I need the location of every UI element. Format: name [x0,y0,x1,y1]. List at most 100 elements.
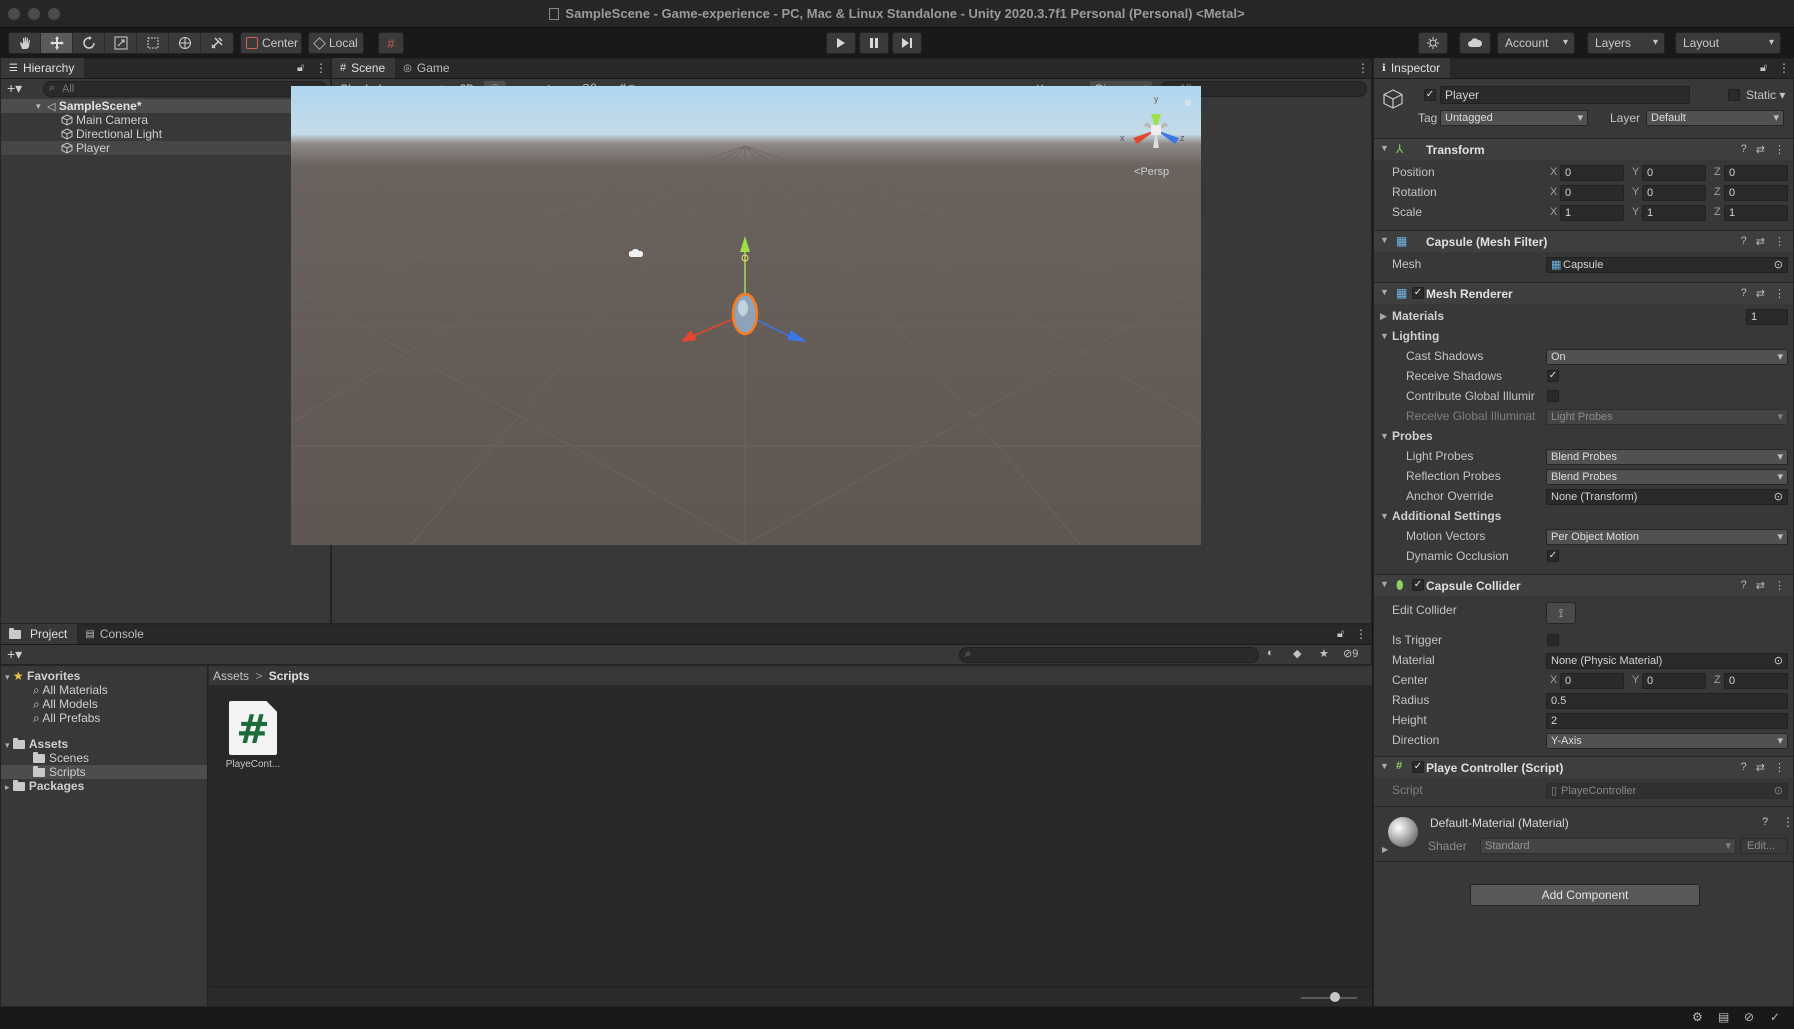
scale-y-field[interactable]: 1 [1642,205,1706,221]
help-icon[interactable]: ? [1741,143,1747,156]
position-x-field[interactable]: 0 [1560,165,1624,181]
receive-shadows-checkbox[interactable]: ✓ [1547,370,1559,382]
script-enabled-checkbox[interactable]: ✓ [1412,761,1424,773]
collapse-arrow-icon[interactable]: ▼ [1380,579,1389,589]
scene-root-row[interactable]: ▾ ◁ SampleScene* ⋮ [1,99,330,113]
object-name-field[interactable]: Player [1440,86,1690,104]
collider-material-field[interactable]: None (Physic Material) ⊙ [1546,653,1788,669]
icon-size-slider-track[interactable] [1301,997,1357,999]
help-icon[interactable]: ? [1741,579,1747,592]
collapse-arrow-icon[interactable]: ▼ [1380,428,1389,445]
folder-item-scripts[interactable]: Scripts [1,765,207,779]
mesh-renderer-enabled-checkbox[interactable]: ✓ [1412,287,1424,299]
component-menu-icon[interactable]: ⋮ [1774,287,1785,300]
rotate-tool-button[interactable] [73,33,105,53]
capsule-collider-header[interactable]: ▼ ⬮ ✓ Capsule Collider ? ⇄ ⋮ [1374,574,1793,596]
more-options-icon[interactable]: ⋮ [1357,61,1369,75]
hierarchy-search-input[interactable]: All [43,81,327,97]
layers-dropdown[interactable]: Layers ▾ [1587,32,1665,54]
collapse-arrow-icon[interactable]: ▼ [1380,143,1389,153]
favorite-star-icon[interactable]: ★ [1319,647,1329,660]
probes-section[interactable]: ▼ Probes [1374,428,1793,445]
more-options-icon[interactable]: ⋮ [1778,61,1790,75]
more-options-icon[interactable]: ⋮ [1355,627,1367,641]
edit-shader-button[interactable]: Edit... [1740,838,1788,854]
hidden-packages-toggle[interactable]: ⊘9 [1343,647,1358,660]
packages-row[interactable]: ▸ Packages [1,779,207,793]
preset-icon[interactable]: ⇄ [1756,579,1765,592]
edit-collider-button[interactable]: ⟟ [1546,602,1576,624]
layer-dropdown[interactable]: Default [1646,110,1784,126]
center-x-field[interactable]: 0 [1560,673,1624,689]
preset-icon[interactable]: ⇄ [1756,287,1765,300]
expand-arrow-icon[interactable]: ▶ [1380,308,1387,325]
tab-project[interactable]: Project [1,624,78,644]
step-button[interactable] [892,32,922,54]
object-picker-icon[interactable]: ⊙ [1774,654,1783,668]
pause-button[interactable] [859,32,889,54]
direction-dropdown[interactable]: Y-Axis [1546,733,1788,749]
preset-icon[interactable]: ⇄ [1756,143,1765,156]
persp-toggle[interactable]: <Persp [1134,166,1169,178]
position-y-field[interactable]: 0 [1642,165,1706,181]
hand-tool-button[interactable] [9,33,41,53]
breadcrumb-scripts[interactable]: Scripts [269,669,310,683]
tab-inspector[interactable]: ℹ︎ Inspector [1374,58,1451,78]
custom-tool-button[interactable] [201,33,233,53]
additional-settings-section[interactable]: ▼ Additional Settings [1374,508,1793,525]
mesh-renderer-header[interactable]: ▼ ▦ ✓ Mesh Renderer ? ⇄ ⋮ [1374,282,1793,304]
component-menu-icon[interactable]: ⋮ [1774,761,1785,774]
hierarchy-item-player[interactable]: Player [1,141,330,155]
account-dropdown[interactable]: Account ▾ [1497,32,1575,54]
scene-viewport[interactable]: y x z <Persp [291,86,1201,545]
project-search-input[interactable] [959,647,1259,663]
static-dropdown[interactable]: Static ▾ [1746,88,1785,102]
light-probes-dropdown[interactable]: Blend Probes [1546,449,1788,465]
hierarchy-item-main-camera[interactable]: Main Camera [1,113,330,127]
materials-count-field[interactable]: 1 [1746,309,1788,325]
object-active-checkbox[interactable]: ✓ [1424,89,1436,101]
space-toggle-button[interactable]: Local [308,32,364,54]
grid-snap-button[interactable]: # [378,32,404,54]
mesh-filter-header[interactable]: ▼ ▦ Capsule (Mesh Filter) ? ⇄ ⋮ [1374,230,1793,252]
height-field[interactable]: 2 [1546,713,1788,729]
component-menu-icon[interactable]: ⋮ [1774,235,1785,248]
center-y-field[interactable]: 0 [1642,673,1706,689]
tag-dropdown[interactable]: Untagged [1440,110,1588,126]
search-by-type-icon[interactable]: ◐ [1267,647,1274,659]
object-picker-icon[interactable]: ⊙ [1774,490,1783,504]
collapse-arrow-icon[interactable]: ▼ [1380,761,1389,771]
lock-icon[interactable]: 🔓︎ [1337,628,1344,641]
motion-vectors-dropdown[interactable]: Per Object Motion [1546,529,1788,545]
object-picker-icon[interactable]: ⊙ [1774,258,1783,272]
cloud-button[interactable] [1459,32,1491,54]
component-menu-icon[interactable]: ⋮ [1774,143,1785,156]
expand-arrow-icon[interactable]: ▸ [5,782,10,792]
scale-tool-button[interactable] [105,33,137,53]
help-icon[interactable]: ? [1741,761,1747,774]
expand-arrow-icon[interactable]: ▾ [5,740,10,750]
collapse-arrow-icon[interactable]: ▼ [1380,287,1389,297]
component-menu-icon[interactable]: ⋮ [1774,579,1785,592]
mesh-object-field[interactable]: ▦ Capsule ⊙ [1546,257,1788,273]
script-component-header[interactable]: ▼ # ✓ Playe Controller (Script) ? ⇄ ⋮ [1374,756,1793,778]
play-button[interactable] [826,32,856,54]
center-z-field[interactable]: 0 [1724,673,1788,689]
lighting-section[interactable]: ▼ Lighting [1374,328,1793,345]
preset-icon[interactable]: ⇄ [1756,235,1765,248]
collapse-arrow-icon[interactable]: ▼ [1380,328,1389,345]
help-icon[interactable]: ? [1741,287,1747,300]
more-options-icon[interactable]: ⋮ [315,61,327,75]
favorite-item-all-materials[interactable]: ⌕ All Materials [1,683,207,697]
icon-size-slider-thumb[interactable] [1330,992,1340,1002]
assets-row[interactable]: ▾ Assets [1,737,207,751]
preset-icon[interactable]: ⇄ [1756,761,1765,774]
search-by-label-icon[interactable]: ◆ [1293,647,1301,660]
directional-light-gizmo-icon[interactable] [629,247,643,259]
create-plus-icon[interactable]: +▾ [7,80,22,97]
auto-generate-lighting-icon[interactable]: ⊘ [1744,1010,1754,1024]
add-component-button[interactable]: Add Component [1470,884,1700,906]
help-icon[interactable]: ? [1762,816,1768,828]
services-button[interactable] [1418,32,1448,54]
create-plus-icon[interactable]: +▾ [7,646,22,663]
